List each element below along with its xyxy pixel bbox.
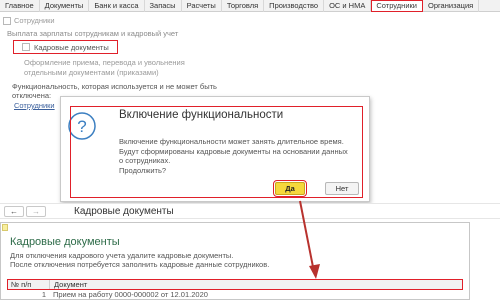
panel-text: Для отключения кадрового учета удалите к… — [10, 251, 269, 269]
form-title: Кадровые документы — [74, 206, 174, 217]
tab-organization[interactable]: Организация — [423, 0, 480, 12]
panel-text-line2: После отключения потребуется заполнить к… — [10, 260, 270, 269]
tab-main[interactable]: Главное — [0, 0, 40, 12]
hr-docs-table: № п/п Документ 1 Прием на работу 0000-00… — [7, 279, 463, 299]
employees-checkbox[interactable] — [3, 16, 11, 25]
form-nav-bar: ← → Кадровые документы — [0, 203, 500, 219]
row-number: 1 — [41, 290, 46, 299]
back-arrow-icon[interactable]: ← — [4, 206, 24, 217]
tab-trade[interactable]: Торговля — [222, 0, 265, 12]
hr-docs-checkbox[interactable] — [22, 43, 30, 51]
forward-arrow-icon[interactable]: → — [26, 206, 46, 217]
section-hint: Выплата зарплаты сотрудникам и кадровый … — [7, 29, 179, 38]
tab-inventory[interactable]: Запасы — [145, 0, 182, 12]
table-header: № п/п Документ — [7, 279, 463, 290]
tab-documents[interactable]: Документы — [40, 0, 90, 12]
employees-option: Сотрудники — [3, 16, 55, 25]
column-header-document[interactable]: Документ — [50, 280, 462, 289]
employees-functionality-link[interactable]: Сотрудники — [14, 101, 55, 110]
section-tab-bar: Главное Документы Банк и касса Запасы Ра… — [0, 0, 500, 12]
panel-text-line1: Для отключения кадрового учета удалите к… — [10, 251, 234, 260]
hr-docs-description: Оформление приема, перевода и увольнения… — [24, 58, 185, 77]
table-row[interactable]: 1 Прием на работу 0000-000002 от 12.01.2… — [7, 290, 463, 299]
tab-production[interactable]: Производство — [264, 0, 325, 12]
panel-marker-icon — [2, 224, 8, 231]
tab-settlements[interactable]: Расчеты — [182, 0, 222, 12]
row-document: Прием на работу 0000-000002 от 12.01.202… — [53, 290, 208, 299]
employees-checkbox-label: Сотрудники — [14, 16, 55, 25]
panel-title: Кадровые документы — [10, 236, 120, 248]
tab-bank-cash[interactable]: Банк и касса — [89, 0, 145, 12]
hr-docs-option[interactable]: Кадровые документы — [13, 40, 118, 54]
tab-fixed-assets[interactable]: ОС и НМА — [324, 0, 372, 12]
hr-docs-checkbox-label: Кадровые документы — [34, 42, 109, 52]
tab-employees[interactable]: Сотрудники — [371, 0, 423, 12]
dialog-highlight-frame — [70, 106, 363, 198]
column-header-number[interactable]: № п/п — [8, 280, 50, 289]
